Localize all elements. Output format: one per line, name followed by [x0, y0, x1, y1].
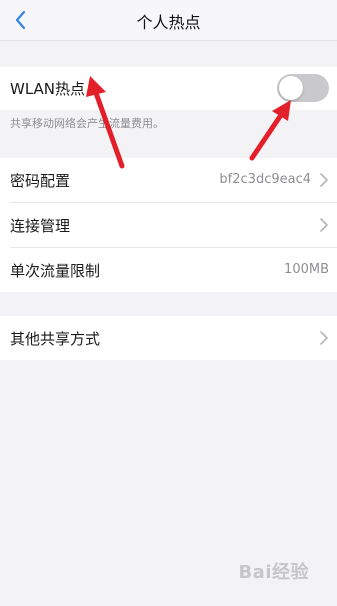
chevron-right-icon [320, 331, 328, 345]
page-title: 个人热点 [136, 13, 201, 32]
arrow-to-toggle [249, 112, 284, 161]
wlan-hotspot-toggle[interactable] [277, 74, 329, 102]
other-sharing-label: 其他共享方式 [10, 330, 101, 348]
watermark: Bai经验 [238, 562, 309, 583]
data-limit-row[interactable]: 单次流量限制 100MB [0, 248, 337, 292]
data-limit-value: 100MB [284, 262, 329, 277]
wlan-hotspot-hint: 共享移动网络会产生流量费用。 [10, 117, 164, 130]
wlan-hotspot-label: WLAN热点 [10, 80, 86, 98]
nav-bar: 个人热点 [0, 0, 337, 41]
password-config-row[interactable]: 密码配置 bf2c3dc9eac4 [0, 158, 337, 202]
password-value: bf2c3dc9eac4 [219, 172, 311, 187]
toggle-knob [279, 76, 303, 100]
data-limit-label: 单次流量限制 [10, 262, 101, 280]
password-config-label: 密码配置 [10, 172, 71, 190]
chevron-right-icon [320, 218, 328, 232]
other-sharing-row[interactable]: 其他共享方式 [0, 316, 337, 360]
connection-management-label: 连接管理 [10, 217, 71, 235]
connection-management-row[interactable]: 连接管理 [0, 203, 337, 247]
chevron-right-icon [320, 173, 328, 187]
